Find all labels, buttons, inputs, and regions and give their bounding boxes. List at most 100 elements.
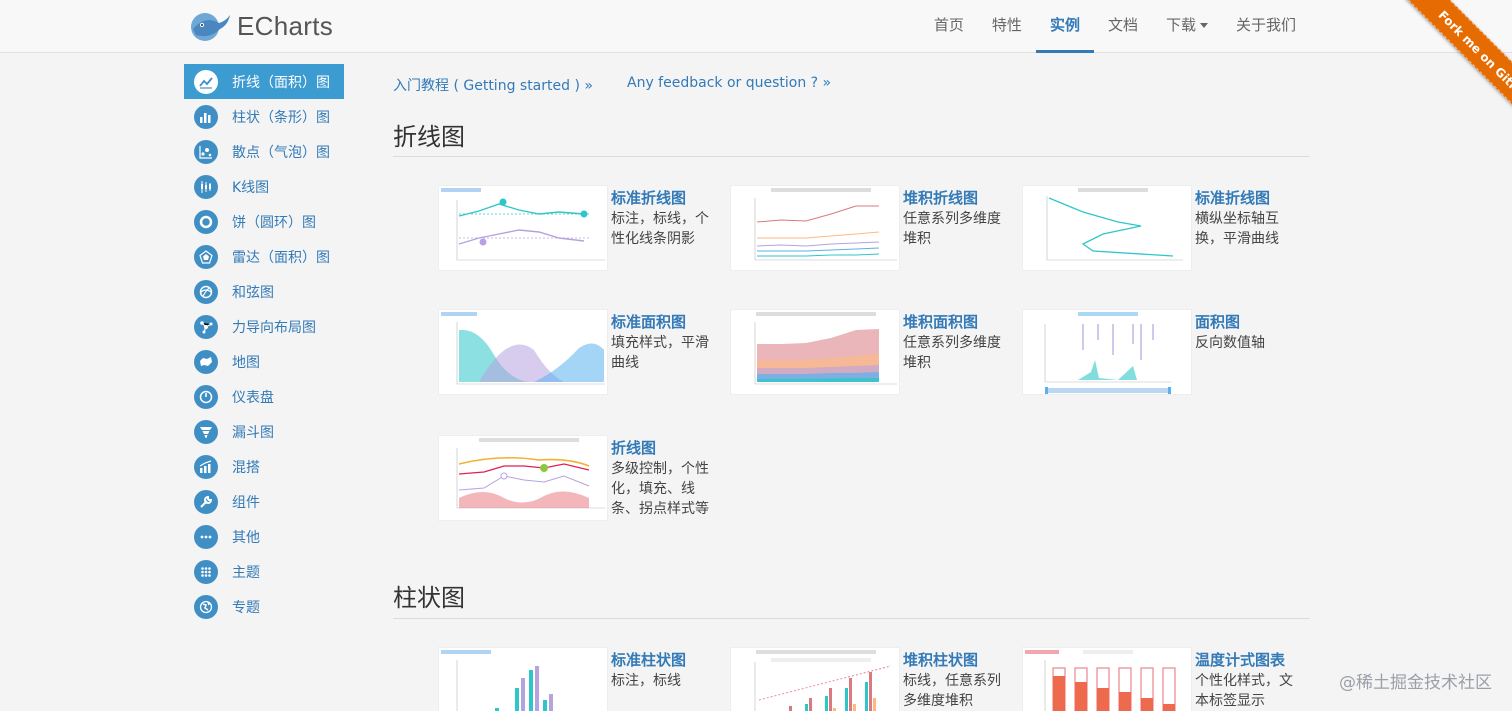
example-thumbnail[interactable]	[438, 185, 608, 271]
stacked-bar-thumbnail-icon	[754, 650, 892, 711]
nav-label: 特性	[991, 16, 1022, 34]
wrench-icon	[194, 489, 218, 514]
sidebar-item-scatter[interactable]: 散点（气泡）图	[184, 134, 344, 169]
sidebar-item-other[interactable]: 其他	[184, 519, 344, 554]
example-title[interactable]: 面积图	[1195, 311, 1240, 332]
feedback-link[interactable]: Any feedback or question ? »	[627, 75, 831, 91]
example-thumbnail[interactable]	[1022, 185, 1192, 271]
sidebar-item-force[interactable]: 力导向布局图	[184, 309, 344, 344]
sidebar-item-pie[interactable]: 饼（圆环）图	[184, 204, 344, 239]
example-card[interactable]: 折线图 多级控制，个性化，填充、线条、拐点样式等	[438, 435, 723, 523]
sidebar-item-label: 力导向布局图	[232, 319, 316, 336]
example-title[interactable]: 标准折线图	[1195, 187, 1270, 208]
nav-download[interactable]: 下载	[1152, 0, 1222, 53]
chord-icon	[194, 279, 218, 304]
example-desc: 任意系列多维度堆积	[903, 335, 1001, 371]
sidebar-item-funnel[interactable]: 漏斗图	[184, 414, 344, 449]
force-layout-icon	[194, 314, 218, 339]
example-thumbnail[interactable]	[1022, 647, 1192, 711]
nav-docs[interactable]: 文档	[1094, 0, 1152, 53]
sidebar-item-radar[interactable]: 雷达（面积）图	[184, 239, 344, 274]
sidebar-item-line[interactable]: 折线（面积）图	[184, 64, 344, 99]
sidebar-item-label: 雷达（面积）图	[232, 249, 330, 266]
github-ribbon[interactable]: Fork me on GitHub	[1372, 0, 1512, 140]
gauge-icon	[194, 384, 218, 409]
sidebar-item-label: 主题	[232, 564, 260, 581]
example-title[interactable]: 堆积面积图	[903, 311, 978, 332]
github-ribbon-label[interactable]: Fork me on GitHub	[1404, 0, 1512, 139]
sidebar-item-kline[interactable]: K线图	[184, 169, 344, 204]
example-thumbnail[interactable]	[1022, 309, 1192, 395]
main-nav: 首页 特性 实例 文档 下载 关于我们	[920, 0, 1310, 53]
sidebar-item-map[interactable]: 地图	[184, 344, 344, 379]
bar-chart-thumbnail-icon	[441, 650, 553, 711]
sidebar-item-label: 饼（圆环）图	[232, 214, 316, 231]
candlestick-icon	[194, 174, 218, 199]
example-card[interactable]: 温度计式图表 个性化样式，文本标签显示	[1022, 647, 1307, 711]
bar-chart-icon	[194, 104, 218, 129]
example-card[interactable]: 标准折线图 横纵坐标轴互换，平滑曲线	[1022, 185, 1307, 273]
sidebar-item-bar[interactable]: 柱状（条形）图	[184, 99, 344, 134]
example-card[interactable]: 堆积柱状图 标线，任意系列多维度堆积	[730, 647, 1015, 711]
sidebar-item-mix[interactable]: 混搭	[184, 449, 344, 484]
example-title[interactable]: 标准柱状图	[611, 649, 686, 670]
more-icon	[194, 524, 218, 549]
example-card[interactable]: 标准折线图 标注，标线，个性化线条阴影	[438, 185, 723, 273]
sidebar-item-label: 专题	[232, 599, 260, 616]
nav-home[interactable]: 首页	[920, 0, 978, 53]
example-title[interactable]: 标准折线图	[611, 187, 686, 208]
example-card[interactable]: 堆积面积图 任意系列多维度堆积	[730, 309, 1015, 397]
example-card[interactable]: 标准柱状图 标注，标线	[438, 647, 723, 711]
example-title[interactable]: 温度计式图表	[1195, 649, 1285, 670]
caret-down-icon	[1199, 23, 1208, 28]
sidebar-item-label: 漏斗图	[232, 424, 274, 441]
nav-examples[interactable]: 实例	[1035, 0, 1094, 53]
sidebar-item-label: 折线（面积）图	[232, 74, 330, 91]
section-title-line: 折线图	[393, 123, 465, 151]
section-divider	[393, 618, 1310, 619]
radar-chart-icon	[194, 244, 218, 269]
example-card[interactable]: 标准面积图 填充样式，平滑曲线	[438, 309, 723, 397]
sidebar-item-topics[interactable]: 专题	[184, 589, 344, 624]
sidebar-item-label: 其他	[232, 529, 260, 546]
globe-icon	[194, 594, 218, 619]
example-desc: 标线，任意系列多维度堆积	[903, 673, 1001, 709]
example-thumbnail[interactable]	[438, 647, 608, 711]
sidebar-item-label: 混搭	[232, 459, 260, 476]
example-card[interactable]: 面积图 反向数值轴	[1022, 309, 1307, 397]
example-title[interactable]: 堆积柱状图	[903, 649, 978, 670]
sidebar-item-components[interactable]: 组件	[184, 484, 344, 519]
example-desc: 个性化样式，文本标签显示	[1195, 673, 1293, 709]
sidebar-item-label: K线图	[232, 179, 270, 196]
sidebar-item-gauge[interactable]: 仪表盘	[184, 379, 344, 414]
sidebar-item-label: 柱状（条形）图	[232, 109, 330, 126]
example-thumbnail[interactable]	[730, 309, 900, 395]
scatter-chart-icon	[194, 139, 218, 164]
pie-chart-icon	[194, 209, 218, 234]
stacked-line-thumbnail-icon	[754, 188, 897, 261]
example-thumbnail[interactable]	[730, 647, 900, 711]
nav-features[interactable]: 特性	[978, 0, 1036, 53]
line-chart-thumbnail-icon	[441, 188, 605, 261]
example-title[interactable]: 折线图	[611, 437, 656, 458]
sidebar-item-label: 散点（气泡）图	[232, 144, 330, 161]
section-divider	[393, 156, 1310, 157]
inverse-area-thumbnail-icon	[1044, 312, 1171, 394]
example-thumbnail[interactable]	[438, 309, 608, 395]
example-thumbnail[interactable]	[730, 185, 900, 271]
example-card[interactable]: 堆积折线图 任意系列多维度堆积	[730, 185, 1015, 273]
nav-about[interactable]: 关于我们	[1222, 0, 1310, 53]
nav-label: 下载	[1165, 16, 1196, 34]
example-thumbnail[interactable]	[438, 435, 608, 521]
example-desc: 横纵坐标轴互换，平滑曲线	[1195, 211, 1279, 247]
sidebar-item-label: 组件	[232, 494, 260, 511]
getting-started-link[interactable]: 入门教程 ( Getting started ) »	[393, 75, 593, 95]
stacked-area-thumbnail-icon	[754, 312, 897, 385]
example-title[interactable]: 标准面积图	[611, 311, 686, 332]
example-title[interactable]: 堆积折线图	[903, 187, 978, 208]
sidebar-item-chord[interactable]: 和弦图	[184, 274, 344, 309]
brand[interactable]: ECharts	[188, 8, 333, 44]
sidebar-item-theme[interactable]: 主题	[184, 554, 344, 589]
example-desc: 标注，标线，个性化线条阴影	[611, 211, 709, 247]
thermometer-bar-thumbnail-icon	[1025, 650, 1176, 711]
